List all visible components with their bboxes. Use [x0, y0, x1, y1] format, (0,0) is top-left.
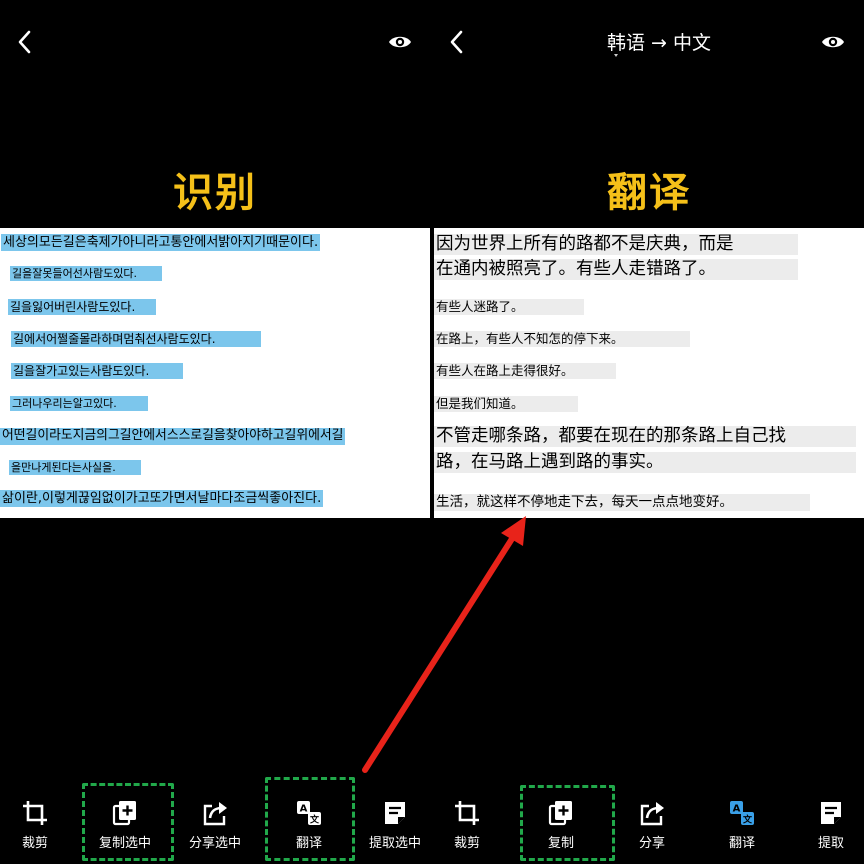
annotation-arrow [362, 516, 526, 773]
